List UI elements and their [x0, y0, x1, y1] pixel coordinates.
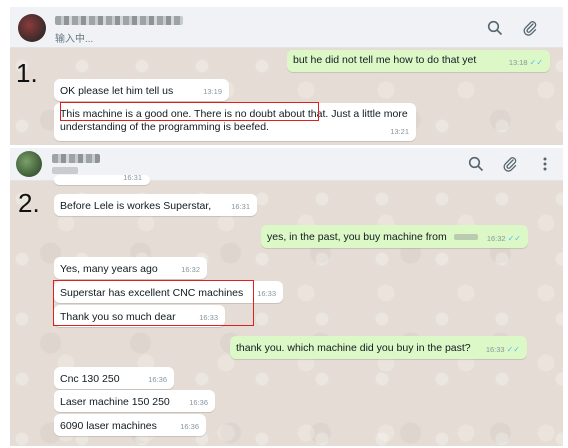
contact-name-blurred: [55, 16, 183, 25]
message-time: 16:36: [148, 375, 167, 384]
typing-status: 输入中...: [55, 34, 94, 45]
message-text: Laser machine 150 250: [60, 396, 170, 408]
message-time: 16:33: [257, 289, 276, 298]
message-text: Before Lele is workes Superstar,: [60, 200, 212, 212]
read-ticks-icon: ✓✓: [529, 58, 543, 67]
message-time: 16:32: [181, 265, 200, 274]
step-number-1: 1.: [16, 58, 38, 88]
highlight-box: [53, 280, 254, 326]
message-time: 16:36: [180, 422, 199, 431]
message-text-line2: understanding of the programming is beef…: [60, 121, 269, 133]
message-time: 16:33 ✓✓: [485, 345, 520, 354]
contact-status-blurred: [52, 167, 78, 174]
message-bubble-outgoing[interactable]: but he did not tell me how to do that ye…: [287, 50, 550, 72]
chat-screenshot-2: 2. 16:31 Before Lele is workes Superstar…: [10, 148, 563, 446]
read-ticks-icon: ✓✓: [507, 234, 521, 243]
paperclip-icon[interactable]: [501, 155, 519, 173]
chat-screenshot-1: 输入中... 1. but he did not tell me how to …: [10, 7, 563, 145]
contact-name-blurred: [52, 154, 100, 163]
message-bubble-outgoing[interactable]: thank you. which machine did you buy in …: [230, 336, 527, 359]
message-text: but he did not tell me how to do that ye…: [293, 54, 477, 66]
message-bubble-incoming[interactable]: 6090 laser machines 16:36: [54, 414, 206, 436]
message-bubble-incoming[interactable]: Cnc 130 250 16:36: [54, 367, 174, 389]
message-time: 13:18 ✓✓: [508, 58, 543, 67]
message-text: Yes, many years ago: [60, 263, 158, 275]
message-time: 16:31: [231, 202, 250, 211]
message-time: 16:36: [189, 398, 208, 407]
paperclip-icon[interactable]: [521, 19, 539, 37]
message-time: 16:32 ✓✓: [486, 234, 521, 243]
search-icon[interactable]: [486, 19, 504, 37]
message-time: 13:21: [390, 127, 409, 136]
message-time: 13:19: [203, 87, 222, 96]
redacted-name: [453, 234, 478, 241]
menu-dots-icon[interactable]: [536, 155, 554, 173]
message-text: 6090 laser machines: [60, 420, 157, 432]
contact-avatar[interactable]: [18, 14, 46, 42]
message-bubble-incoming[interactable]: Laser machine 150 250 16:36: [54, 390, 215, 412]
message-text: OK please let him tell us: [60, 85, 174, 97]
message-bubble-incoming[interactable]: OK please let him tell us 13:19: [54, 79, 229, 101]
message-bubble-incoming[interactable]: Yes, many years ago 16:32: [54, 257, 207, 279]
contact-avatar[interactable]: [16, 151, 42, 177]
highlight-box: [60, 102, 319, 121]
step-number-2: 2.: [18, 188, 40, 218]
message-bubble-outgoing[interactable]: yes, in the past, you buy machine from 1…: [261, 225, 528, 248]
message-text: thank you. which machine did you buy in …: [236, 342, 471, 354]
read-ticks-icon: ✓✓: [506, 345, 520, 354]
message-text: Cnc 130 250: [60, 373, 120, 385]
message-bubble-incoming[interactable]: Before Lele is workes Superstar, 16:31: [54, 194, 257, 216]
message-bubble-incoming-partial[interactable]: 16:31: [54, 173, 150, 185]
message-text-continuation: Just a little more: [328, 108, 408, 120]
search-icon[interactable]: [467, 155, 485, 173]
message-time: 16:31: [123, 173, 142, 182]
chat-header: 输入中...: [10, 7, 563, 48]
message-text: yes, in the past, you buy machine from: [267, 231, 447, 243]
